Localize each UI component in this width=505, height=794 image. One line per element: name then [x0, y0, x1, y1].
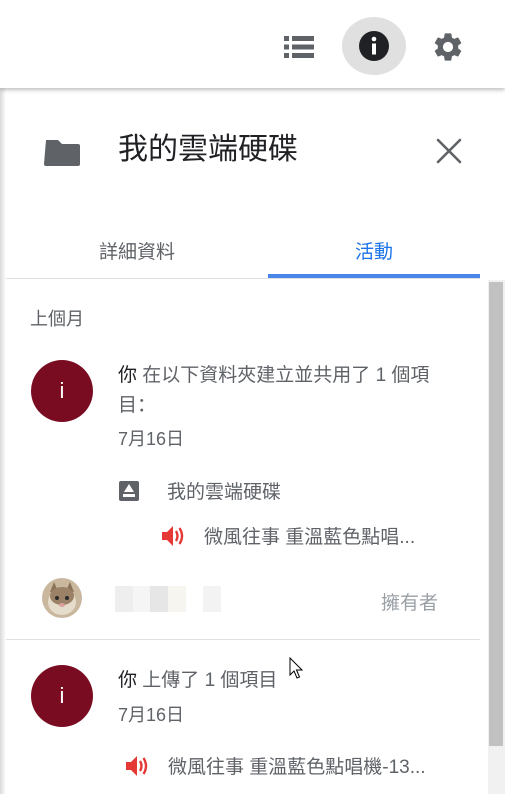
gear-icon	[434, 33, 462, 61]
close-icon	[436, 138, 462, 164]
folder-icon	[44, 140, 80, 166]
list-view-icon	[284, 36, 314, 58]
activity-actor: 你	[118, 670, 138, 691]
tab-details[interactable]: 詳細資料	[6, 222, 268, 278]
audio-file-icon	[162, 525, 184, 546]
owner-avatar	[42, 578, 82, 618]
drive-icon	[119, 480, 139, 501]
section-label: 上個月	[30, 309, 84, 329]
panel-title: 我的雲端硬碟	[118, 133, 298, 166]
file-link[interactable]: 微風往事 重溫藍色點唱...	[160, 522, 415, 549]
tab-activity[interactable]: 活動	[268, 222, 480, 278]
file-name: 微風往事 重溫藍色點唱機-13...	[168, 757, 426, 778]
avatar-letter: i	[59, 683, 65, 708]
owner-role-label: 擁有者	[381, 593, 439, 614]
activity-action: 上傳了 1 個項目	[137, 670, 278, 691]
activity-action: 在以下資料夾建立並共用了 1 個項目：	[118, 365, 430, 416]
top-toolbar	[0, 0, 505, 88]
activity-date: 7月16日	[118, 429, 185, 449]
avatar: i	[31, 665, 93, 727]
file-name: 微風往事 重溫藍色點唱...	[204, 527, 416, 548]
list-view-button[interactable]	[268, 19, 330, 75]
info-button[interactable]	[342, 17, 406, 75]
close-button[interactable]	[430, 132, 468, 170]
settings-button[interactable]	[417, 19, 479, 75]
activity-divider	[6, 639, 480, 640]
avatar-letter: i	[59, 378, 65, 403]
activity-actor: 你	[118, 365, 138, 386]
folder-link[interactable]: 我的雲端硬碟	[118, 477, 281, 504]
owner-name-redacted	[115, 586, 222, 612]
panel-left-edge	[0, 88, 6, 794]
activity-description: 你 在以下資料夾建立並共用了 1 個項目：	[118, 361, 448, 421]
activity-description: 你 上傳了 1 個項目	[118, 666, 448, 696]
file-link[interactable]: 微風往事 重溫藍色點唱機-13...	[124, 752, 426, 779]
folder-name: 我的雲端硬碟	[167, 482, 282, 503]
tabs-divider	[6, 278, 480, 279]
activity-date: 7月16日	[118, 705, 185, 725]
avatar: i	[31, 360, 93, 422]
audio-file-icon	[126, 755, 148, 776]
scrollbar-thumb[interactable]	[489, 282, 503, 746]
info-icon	[359, 31, 389, 61]
mouse-cursor-icon	[289, 657, 304, 679]
